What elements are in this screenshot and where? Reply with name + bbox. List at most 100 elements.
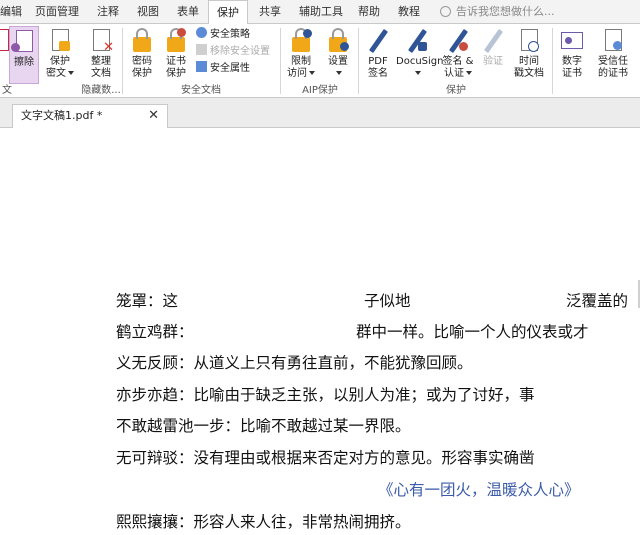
- gear-shield-icon: [196, 27, 207, 38]
- docusign-label: DocuSign: [396, 56, 444, 67]
- cert-lock-icon: [163, 28, 189, 54]
- document-page: 笼罩：这 子似地 泛覆盖的 鹤立鸡群： 群中一样。比喻一个人的仪表或才 义无反顾…: [0, 128, 640, 535]
- protect-redact-button[interactable]: 保护 密文: [42, 26, 78, 84]
- text-fragment: 无可辩驳：没有理由或根据来否定对方的意见。形容事实确凿: [116, 449, 535, 467]
- settings-lock-icon: [325, 28, 351, 54]
- cert-protect-button[interactable]: 证书 保护: [160, 26, 192, 84]
- organize-label: 整理: [91, 56, 111, 67]
- tell-me-text: 告诉我您想做什么...: [456, 5, 555, 18]
- restrict-label: 限制: [291, 56, 311, 67]
- unlock-icon: [196, 44, 207, 55]
- security-policy-button[interactable]: 安全策略: [196, 27, 250, 43]
- protect-label-2: 密文: [46, 68, 66, 79]
- ribbon-divider: [280, 28, 281, 94]
- document-tab-title: 文字文稿1.pdf *: [21, 109, 103, 122]
- pdf-sign-label-2: 签名: [368, 68, 388, 79]
- password-label-2: 保护: [132, 68, 152, 79]
- pen-icon: [365, 28, 391, 54]
- tab-protect[interactable]: 保护: [208, 0, 248, 25]
- verify-pen-icon: [480, 28, 506, 54]
- tab-edit[interactable]: 编辑: [0, 0, 22, 24]
- password-protect-button[interactable]: 密码 保护: [126, 26, 158, 84]
- chevron-down-icon: [68, 71, 74, 75]
- lightbulb-icon: [440, 6, 451, 17]
- aip-settings-button[interactable]: 设置: [322, 26, 354, 84]
- secure-doc-group-label: 安全文档: [181, 85, 221, 96]
- text-fragment: 泛覆盖的: [566, 292, 629, 310]
- text-fragment: 笼罩：这: [116, 292, 179, 310]
- trusted-label-2: 的证书: [598, 68, 628, 79]
- remove-security-label: 移除安全设置: [210, 46, 270, 57]
- text-fragment: 子似地: [364, 292, 411, 310]
- tell-me-search[interactable]: 告诉我您想做什么...: [440, 0, 555, 24]
- erase-button[interactable]: 擦除: [9, 26, 39, 84]
- chevron-down-icon: [415, 71, 421, 75]
- tab-page-management[interactable]: 页面管理: [30, 0, 84, 24]
- tab-share[interactable]: 共享: [252, 0, 288, 24]
- security-props-button[interactable]: 安全属性: [196, 61, 250, 77]
- chevron-down-icon: [309, 71, 315, 75]
- docusign-button[interactable]: DocuSign: [396, 26, 443, 84]
- text-fragment: 群中一样。比喻一个人的仪表或才: [356, 323, 589, 341]
- partial-icon: [0, 28, 9, 54]
- verify-button[interactable]: 验证: [478, 26, 508, 84]
- restrict-label-2: 访问: [287, 68, 307, 79]
- protect-doc-icon: [47, 28, 73, 54]
- protect-group-label: 保护: [446, 85, 466, 96]
- partial-button[interactable]: [0, 26, 9, 84]
- protect-label: 保护: [50, 56, 70, 67]
- doc-delete-icon: ✕: [88, 28, 114, 54]
- cert-label: 证书: [166, 56, 186, 67]
- security-policy-label: 安全策略: [210, 29, 250, 40]
- menu-bar: 编辑 页面管理 注释 视图 表单 保护 共享 辅助工具 帮助 教程 告诉我您想做…: [0, 0, 640, 25]
- redact-group-label: 文: [2, 85, 12, 96]
- trusted-cert-icon: [600, 28, 626, 54]
- digital-id-button[interactable]: 数字 证书: [556, 26, 588, 84]
- remove-security-button[interactable]: 移除安全设置: [196, 44, 270, 60]
- sign-cert-label-2: 认证: [444, 68, 464, 79]
- tab-comment[interactable]: 注释: [90, 0, 126, 24]
- pdf-sign-button[interactable]: PDF 签名: [362, 26, 394, 84]
- sign-certify-button[interactable]: 签名 & 认证: [440, 26, 476, 84]
- docusign-pen-icon: [404, 28, 430, 54]
- verify-label: 验证: [483, 56, 503, 67]
- organize-doc-button[interactable]: ✕ 整理 文档: [84, 26, 118, 84]
- ribbon-divider: [358, 28, 359, 94]
- ribbon: 擦除 保护 密文 ✕ 整理 文档 文 隐藏数... 密码 保护 证书 保护 安全…: [0, 24, 640, 98]
- text-fragment: 义无反顾：从道义上只有勇往直前，不能犹豫回顾。: [116, 354, 473, 372]
- text-fragment: 熙熙攘攘：形容人来人往，非常热闹拥挤。: [116, 513, 411, 531]
- text-fragment: 鹤立鸡群：: [116, 323, 194, 341]
- cert-label-2: 保护: [166, 68, 186, 79]
- digital-id-label: 数字: [562, 56, 582, 67]
- sign-cert-pen-icon: [445, 28, 471, 54]
- sign-cert-label: 签名 &: [442, 56, 474, 67]
- close-icon[interactable]: ✕: [148, 105, 159, 127]
- ribbon-divider: [122, 28, 123, 94]
- trusted-certs-button[interactable]: 受信任 的证书: [590, 26, 636, 84]
- clock-doc-icon: [516, 28, 542, 54]
- restrict-access-button[interactable]: 限制 访问: [284, 26, 318, 84]
- tab-form[interactable]: 表单: [170, 0, 206, 24]
- text-fragment: 不敢越雷池一步：比喻不敢越过某一界限。: [116, 417, 411, 435]
- timestamp-button[interactable]: 时间 戳文档: [510, 26, 548, 84]
- text-fragment: 亦步亦趋：比喻由于缺乏主张，以别人为准；或为了讨好，事: [116, 386, 535, 404]
- erase-label: 擦除: [14, 57, 34, 68]
- timestamp-label-2: 戳文档: [514, 68, 544, 79]
- chevron-down-icon: [336, 71, 342, 75]
- timestamp-label: 时间: [519, 56, 539, 67]
- tab-tutorial[interactable]: 教程: [392, 0, 426, 24]
- trusted-label: 受信任: [598, 56, 628, 67]
- hidden-data-group-label: 隐藏数...: [81, 85, 121, 96]
- properties-icon: [196, 61, 207, 72]
- tab-help[interactable]: 帮助: [354, 0, 384, 24]
- id-card-icon: [559, 28, 585, 54]
- digital-id-label-2: 证书: [562, 68, 582, 79]
- document-tab-strip: 文字文稿1.pdf * ✕: [0, 98, 640, 128]
- article-link[interactable]: 《心有一团火，温暖众人心》: [378, 478, 580, 500]
- tab-view[interactable]: 视图: [130, 0, 166, 24]
- security-props-label: 安全属性: [210, 63, 250, 74]
- document-tab[interactable]: 文字文稿1.pdf * ✕: [12, 104, 168, 128]
- settings-label: 设置: [328, 56, 348, 67]
- tab-accessibility[interactable]: 辅助工具: [294, 0, 348, 24]
- ribbon-divider: [552, 28, 553, 94]
